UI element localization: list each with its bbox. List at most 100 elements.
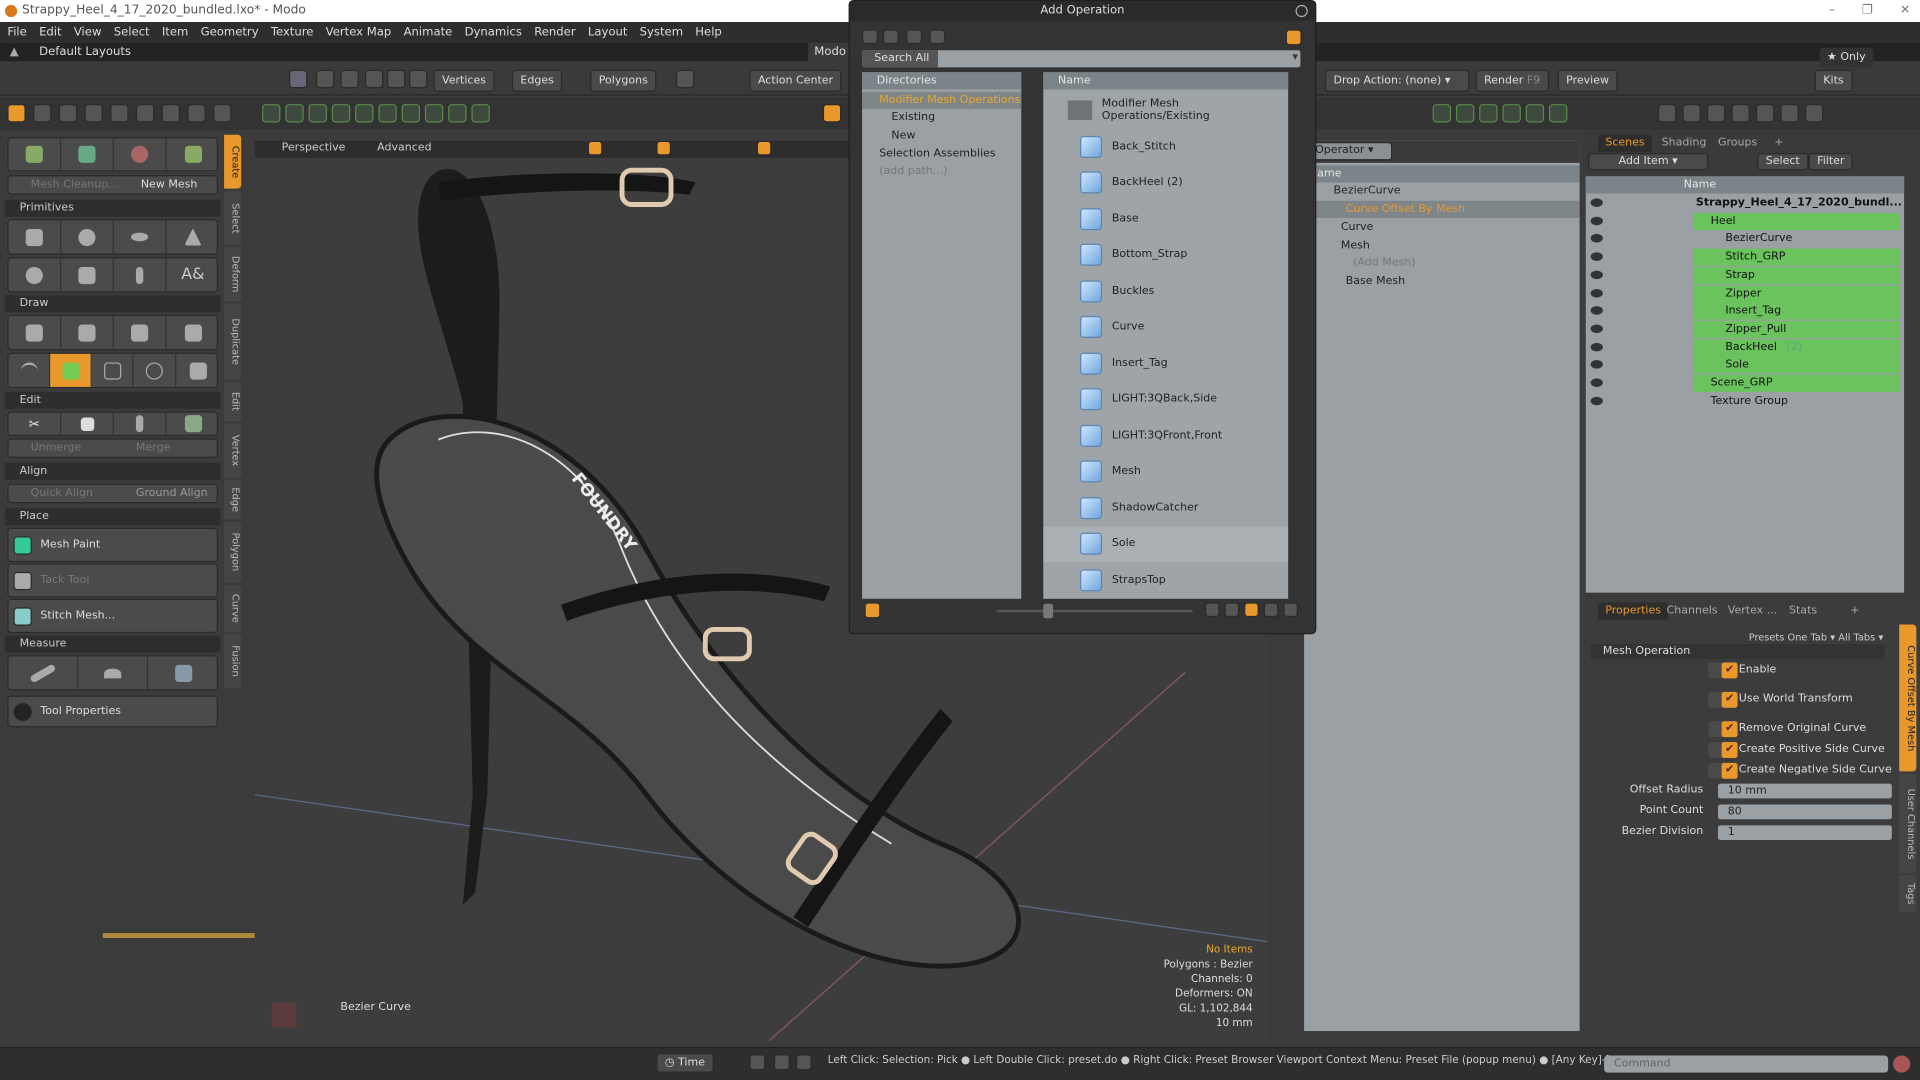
preset-item[interactable]: LIGHT:3QFront,Front <box>1043 418 1288 454</box>
sphere-icon[interactable] <box>1657 104 1677 123</box>
close-button[interactable]: ✕ <box>1900 0 1910 22</box>
dialog-close-button[interactable] <box>1295 4 1308 18</box>
slider-handle[interactable] <box>1043 603 1054 619</box>
refresh-icon[interactable] <box>213 104 232 123</box>
pivot-icon[interactable] <box>408 69 428 89</box>
search-field[interactable]: Search All ▾ <box>862 50 1301 68</box>
path-icon[interactable] <box>308 104 327 123</box>
tab-modo[interactable]: Modo <box>808 42 853 62</box>
visibility-eye-icon[interactable] <box>1590 396 1603 405</box>
timeline-icon[interactable] <box>773 1054 790 1071</box>
select-connected-icon[interactable] <box>340 69 359 89</box>
scene-item[interactable]: Heel <box>1586 212 1904 230</box>
tab-fusion[interactable]: Fusion <box>224 634 242 689</box>
view-small-icon[interactable] <box>1224 602 1240 618</box>
tree-item-curve-offset-by-mesh[interactable]: Curve Offset By Mesh <box>1304 200 1580 218</box>
tab-select[interactable]: Select <box>224 191 242 245</box>
item-mode-icon[interactable] <box>288 69 308 89</box>
preset-item[interactable]: Curve <box>1043 309 1288 345</box>
visibility-eye-icon[interactable] <box>1590 234 1603 243</box>
patch-icon[interactable] <box>167 316 220 349</box>
render-icon[interactable] <box>1682 104 1701 123</box>
sphere-icon[interactable] <box>61 220 114 254</box>
texture-icon[interactable] <box>1755 104 1775 123</box>
dir-existing[interactable]: Existing <box>862 109 1021 126</box>
default-layouts-label[interactable]: Default Layouts <box>39 45 131 58</box>
add-path-button[interactable]: (add path...) <box>862 163 1021 180</box>
sphere-icon[interactable] <box>1525 104 1545 123</box>
copy-icon[interactable] <box>61 412 114 435</box>
filter-button[interactable]: Filter <box>1808 153 1854 171</box>
quick-align-button[interactable]: Quick Align <box>31 485 93 502</box>
spiral-icon[interactable] <box>133 353 177 387</box>
draw-section[interactable]: Draw <box>4 295 221 313</box>
preset-item[interactable]: Sole <box>1043 525 1289 562</box>
align-section[interactable]: Align <box>4 462 221 481</box>
tack-tool-button[interactable]: Tack Tool <box>7 563 218 598</box>
torus-icon[interactable] <box>9 258 62 292</box>
mesh-view-icon[interactable] <box>1455 104 1475 123</box>
parent-folder-icon[interactable] <box>906 29 923 45</box>
presets-button[interactable]: Presets <box>1749 632 1785 643</box>
stamp-icon[interactable] <box>161 104 181 123</box>
capsule-icon[interactable] <box>114 258 167 292</box>
tab-vertex[interactable]: Vertex ... <box>1720 602 1784 619</box>
menu-edit[interactable]: Edit <box>39 26 62 39</box>
tab-groups[interactable]: Groups <box>1711 135 1765 152</box>
scene-item[interactable]: Stitch_GRP <box>1586 248 1904 266</box>
dir-modifier-mesh-operations[interactable]: Modifier Mesh Operations <box>862 91 1022 109</box>
scene-item[interactable]: Sole <box>1586 356 1904 374</box>
preset-item[interactable]: StrapsTop <box>1043 562 1288 598</box>
paste-icon[interactable] <box>114 412 167 435</box>
menu-item[interactable]: Item <box>162 26 188 39</box>
minimize-button[interactable]: – <box>1829 0 1835 22</box>
visibility-eye-icon[interactable] <box>1590 252 1603 261</box>
preview-button[interactable]: Preview <box>1557 69 1618 92</box>
new-mesh-button[interactable]: New Mesh <box>141 176 198 193</box>
checkbox-use-world-transform[interactable]: ✔ <box>1708 691 1738 708</box>
timeline-scrub-bar[interactable] <box>102 933 267 938</box>
tab-shading[interactable]: Shading <box>1654 135 1713 152</box>
operator-filter-dropdown[interactable]: Operator ▾ <box>1306 142 1393 161</box>
scene-item[interactable]: Texture Group <box>1586 393 1904 410</box>
view-list-icon[interactable] <box>1204 602 1220 618</box>
search-dropdown-icon[interactable]: ▾ <box>1292 51 1298 63</box>
mesh-cleanup-button[interactable]: Mesh Cleanup... <box>31 176 119 193</box>
search-scope-label[interactable]: Search All <box>862 50 938 68</box>
select-frame-icon[interactable] <box>424 104 444 123</box>
globe-icon[interactable] <box>1780 104 1799 123</box>
view-grid-icon[interactable] <box>1263 602 1279 618</box>
visibility-eye-icon[interactable] <box>1590 288 1603 297</box>
scene-item[interactable]: Strappy_Heel_4_17_2020_bundl... <box>1586 195 1904 212</box>
visibility-eye-icon[interactable] <box>1590 378 1603 387</box>
scale-tool-button[interactable] <box>167 138 220 170</box>
transform-tool-button[interactable] <box>114 138 167 171</box>
plus-icon[interactable] <box>285 104 304 123</box>
preset-item[interactable]: Buckles <box>1043 273 1288 309</box>
tab-polygon[interactable]: Polygon <box>224 521 242 583</box>
add-pane-icon[interactable] <box>1548 104 1568 123</box>
place-section[interactable]: Place <box>4 508 221 526</box>
tool-properties-button[interactable]: Tool Properties <box>7 695 218 728</box>
menu-dynamics[interactable]: Dynamics <box>465 26 522 39</box>
checkbox-enable[interactable]: ✔ <box>1708 662 1738 679</box>
field-point-count[interactable]: 80 <box>1717 804 1892 820</box>
tree-item-base-mesh[interactable]: Base Mesh <box>1304 273 1580 290</box>
visibility-eye-icon[interactable] <box>1590 342 1603 351</box>
link-icon[interactable] <box>355 104 374 123</box>
add-mesh-placeholder[interactable]: (Add Mesh) <box>1304 255 1580 272</box>
thumbnail-size-slider[interactable] <box>996 603 1193 619</box>
preset-panel-toggle[interactable] <box>864 602 881 619</box>
stitch-mesh-button[interactable]: Stitch Mesh... <box>7 598 218 634</box>
preset-item[interactable]: LIGHT:3QBack,Side <box>1043 381 1288 417</box>
tab-duplicate[interactable]: Duplicate <box>224 303 242 380</box>
tab-edge[interactable]: Edge <box>224 480 242 520</box>
item-mode-icon[interactable] <box>7 104 26 123</box>
duplicate-icon[interactable] <box>167 413 220 435</box>
tabs-menu[interactable]: Presets One Tab ▾ All Tabs ▾ <box>1749 632 1884 643</box>
time-button[interactable]: ◷ Time <box>656 1053 714 1073</box>
edges-button[interactable]: Edges <box>511 69 563 92</box>
move-tool-button[interactable] <box>9 138 62 171</box>
side-tab-user-channels[interactable]: User Channels <box>1899 773 1917 873</box>
tab-curve[interactable]: Curve <box>224 585 242 632</box>
